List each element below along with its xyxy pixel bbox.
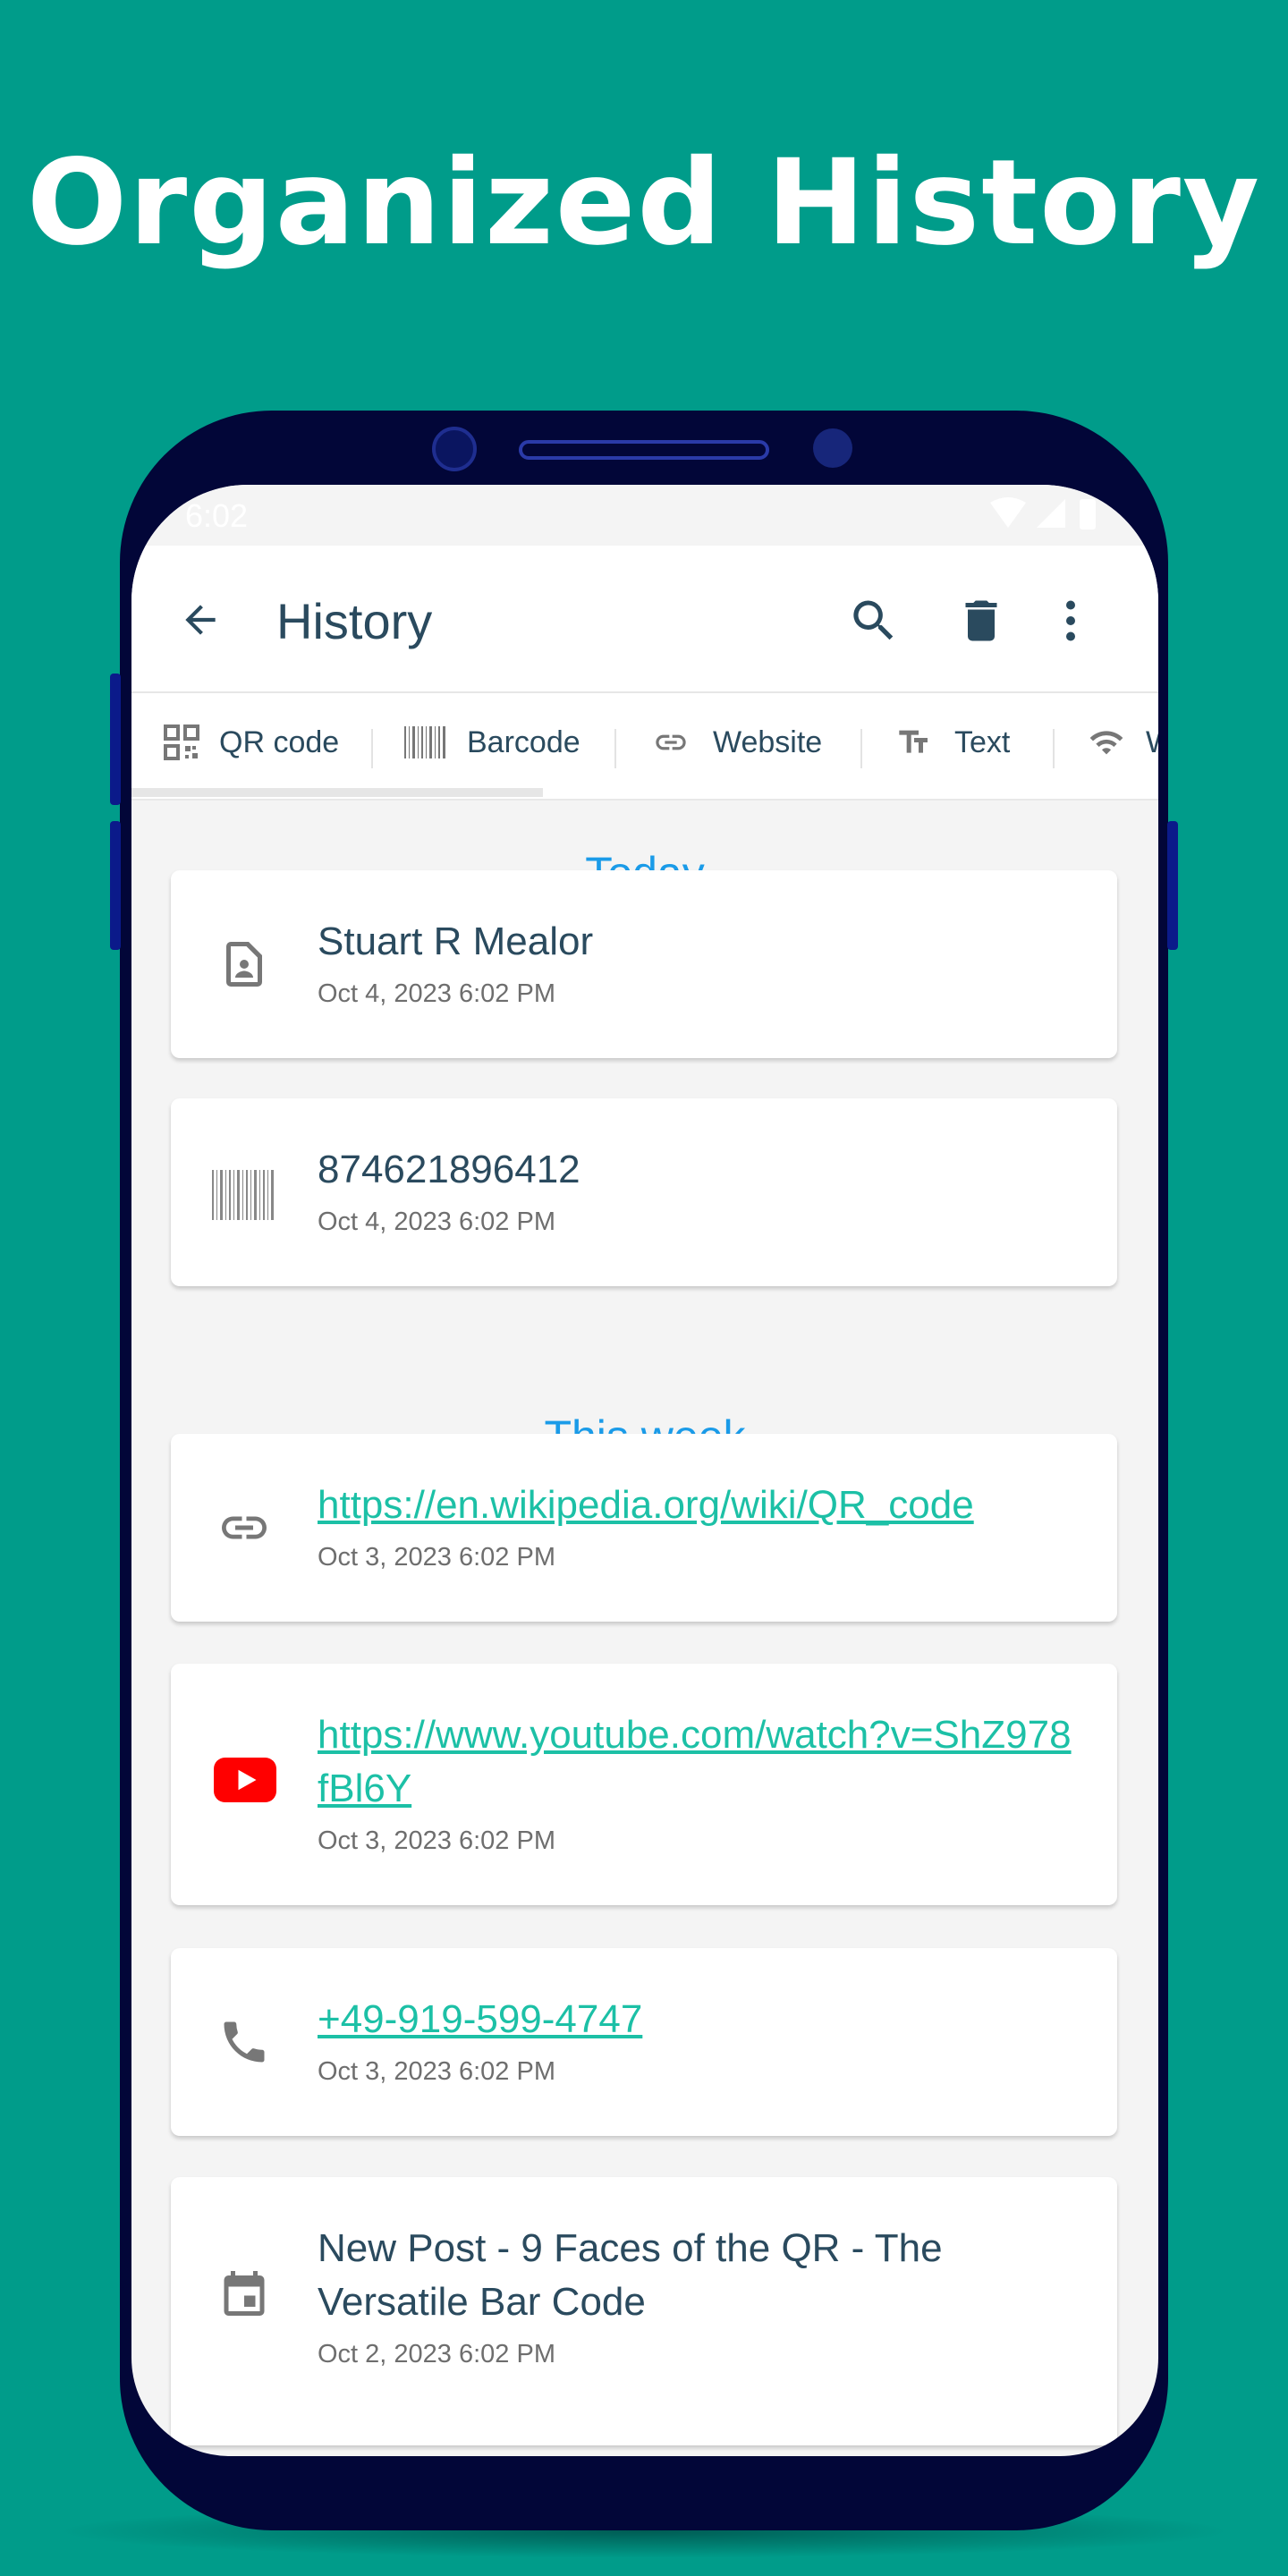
front-camera	[432, 427, 477, 471]
item-date: Oct 3, 2023 6:02 PM	[318, 1826, 555, 1855]
item-date: Oct 2, 2023 6:02 PM	[318, 2340, 555, 2368]
back-arrow-icon[interactable]	[176, 597, 225, 642]
history-item[interactable]: https://en.wikipedia.org/wiki/QR_code Oct…	[171, 1434, 1117, 1622]
item-link[interactable]: +49-919-599-4747	[318, 1993, 1081, 2046]
divider	[1053, 729, 1055, 768]
item-link[interactable]: https://www.youtube.com/watch?v=ShZ978fB…	[318, 1708, 1081, 1816]
item-title: 874621896412	[318, 1148, 580, 1191]
tab-scroll-indicator	[131, 788, 543, 797]
volume-up-button	[110, 674, 121, 805]
calendar-icon	[224, 2271, 265, 2316]
item-date: Oct 3, 2023 6:02 PM	[318, 2057, 555, 2086]
link-icon	[656, 734, 686, 750]
history-item[interactable]: https://www.youtube.com/watch?v=ShZ978fB…	[171, 1664, 1117, 1905]
item-date: Oct 4, 2023 6:02 PM	[318, 1208, 555, 1236]
app-bar: History	[131, 546, 1158, 693]
barcode-icon	[404, 726, 445, 758]
contact-icon	[226, 942, 262, 987]
youtube-icon	[214, 1758, 276, 1802]
phone-icon	[224, 2021, 265, 2063]
phone-frame: 6:02 History QR code Barcode Website Tex…	[110, 411, 1178, 2530]
tab-qr-code[interactable]: QR code	[164, 693, 339, 792]
status-time: 6:02	[185, 497, 249, 534]
tab-label: Text	[954, 724, 1011, 759]
history-item[interactable]: +49-919-599-4747 Oct 3, 2023 6:02 PM	[171, 1948, 1117, 2136]
filter-tabs: QR code Barcode Website Text W	[131, 693, 1158, 801]
screen: 6:02 History QR code Barcode Website Tex…	[131, 485, 1158, 2456]
sensor	[813, 428, 852, 468]
item-title: New Post - 9 Faces of the QR - The Versa…	[318, 2226, 943, 2324]
status-icons	[990, 497, 1096, 530]
divider	[614, 729, 616, 768]
tab-label: Website	[713, 724, 823, 759]
tab-label: Barcode	[467, 724, 580, 759]
tab-label: QR code	[219, 724, 340, 759]
qr-code-icon	[164, 724, 199, 760]
headline: Organized History	[26, 134, 1262, 272]
wifi-icon	[1089, 731, 1123, 755]
status-bar: 6:02	[131, 485, 1158, 546]
speaker	[519, 440, 769, 460]
link-icon	[222, 1516, 267, 1539]
item-date: Oct 4, 2023 6:02 PM	[318, 979, 555, 1008]
page-title: History	[276, 593, 433, 649]
volume-down-button	[110, 821, 121, 950]
history-item[interactable]: Stuart R Mealor Oct 4, 2023 6:02 PM	[171, 870, 1117, 1058]
tab-website[interactable]: Website	[648, 693, 822, 792]
tab-wifi[interactable]: W	[1087, 693, 1158, 792]
item-date: Oct 3, 2023 6:02 PM	[318, 1543, 555, 1572]
more-vert-icon[interactable]	[1044, 594, 1097, 648]
tab-barcode[interactable]: Barcode	[404, 693, 580, 792]
divider	[371, 729, 373, 768]
text-icon	[899, 730, 928, 753]
delete-icon[interactable]	[954, 594, 1008, 648]
item-title: Stuart R Mealor	[318, 919, 594, 963]
item-link[interactable]: https://en.wikipedia.org/wiki/QR_code	[318, 1479, 1081, 1532]
divider	[860, 729, 862, 768]
history-item[interactable]: New Post - 9 Faces of the QR - The Versa…	[171, 2177, 1117, 2445]
history-item[interactable]: 874621896412 Oct 4, 2023 6:02 PM	[171, 1098, 1117, 1286]
power-button	[1167, 821, 1178, 950]
barcode-icon	[212, 1170, 274, 1220]
search-icon[interactable]	[847, 594, 901, 648]
tab-label: W	[1146, 725, 1158, 760]
tab-text[interactable]: Text	[894, 693, 1010, 792]
